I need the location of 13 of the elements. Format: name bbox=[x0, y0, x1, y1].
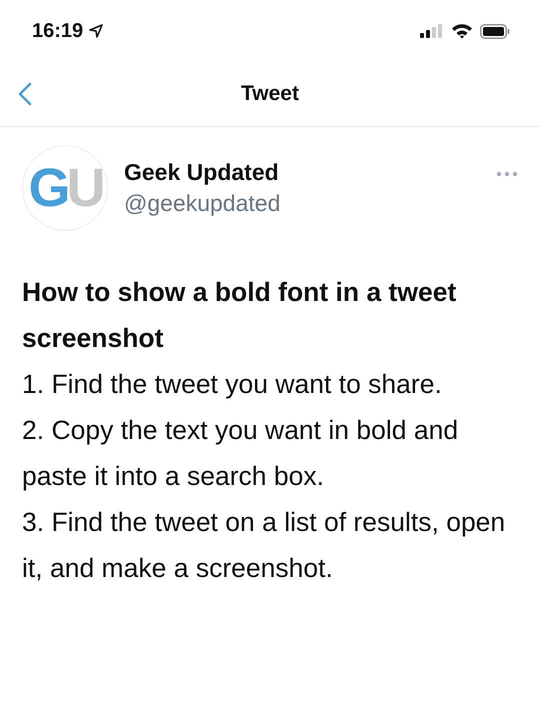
nav-title: Tweet bbox=[241, 82, 299, 106]
battery-icon bbox=[480, 24, 510, 38]
display-name: Geek Updated bbox=[124, 158, 280, 187]
location-arrow-icon bbox=[89, 24, 104, 38]
tweet-step: 3. Find the tweet on a list of results, open it, and make a screenshot. bbox=[22, 499, 518, 591]
wifi-icon bbox=[451, 23, 473, 39]
tweet-step: 1. Find the tweet you want to share. bbox=[22, 361, 518, 407]
signal-icon bbox=[420, 24, 444, 38]
more-icon[interactable] bbox=[496, 171, 518, 177]
tweet-step: 2. Copy the text you want in bold and paste it into a search box. bbox=[22, 407, 518, 499]
tweet-title: How to show a bold font in a tweet screenshot bbox=[22, 276, 458, 355]
user-handle: @geekupdated bbox=[124, 189, 280, 218]
status-time: 16:19 bbox=[32, 20, 84, 42]
